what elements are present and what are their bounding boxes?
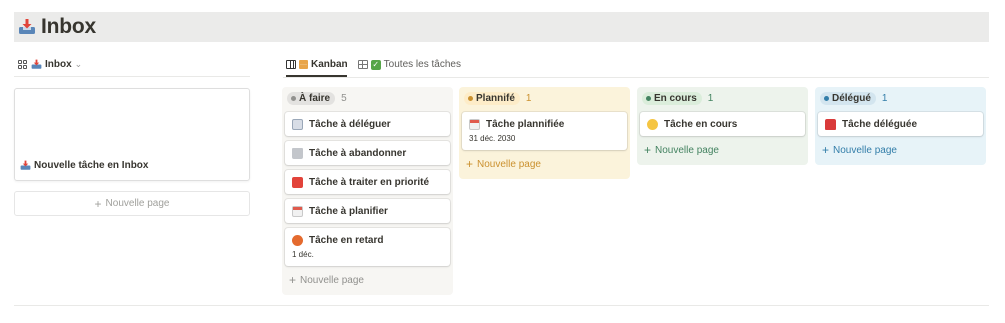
kanban-column: Délégué 1 Tâche déléguée + Nouvelle page <box>815 87 986 165</box>
tab-kanban[interactable]: Kanban <box>286 59 348 70</box>
tab-all-tasks[interactable]: ✓ Toutes les tâches <box>357 59 461 70</box>
column-count: 1 <box>525 93 532 104</box>
calendar-icon <box>292 205 303 217</box>
kanban-column: À faire 5 Tâche à déléguer Tâche à abandonn… <box>282 87 453 295</box>
divider <box>14 305 989 306</box>
new-page-button[interactable]: + Nouvelle page <box>462 152 627 176</box>
thinking-face-icon <box>647 118 658 130</box>
gallery-card-title: Nouvelle tâche en Inbox <box>20 160 148 171</box>
kanban-card[interactable]: Tâche en cours <box>640 112 805 136</box>
inbox-tray-icon <box>31 59 42 70</box>
board-icon <box>286 60 296 69</box>
plus-icon: + <box>289 273 297 287</box>
status-label: À faire <box>299 93 331 104</box>
status-dot-icon <box>468 96 473 101</box>
kanban-card[interactable]: Tâche à traiter en priorité <box>285 170 450 194</box>
new-page-button[interactable]: + Nouvelle page <box>285 268 450 292</box>
column-header[interactable]: Délégué 1 <box>818 90 983 107</box>
plus-icon: + <box>94 196 102 211</box>
card-date: 1 déc. <box>292 250 314 259</box>
column-count: 5 <box>341 93 347 104</box>
gallery-grid-icon <box>18 60 27 69</box>
column-header[interactable]: À faire 5 <box>285 90 450 107</box>
status-dot-icon <box>646 96 651 101</box>
kanban-card[interactable]: Tâche déléguée <box>818 112 983 136</box>
kanban-card[interactable]: Tâche plannifiée 31 déc. 2030 <box>462 112 627 150</box>
status-label: Plannifé <box>476 93 515 104</box>
kanban-card[interactable]: Tâche à déléguer <box>285 112 450 136</box>
status-badge: Plannifé <box>464 92 520 105</box>
gallery-card-label: Nouvelle tâche en Inbox <box>34 160 149 171</box>
inbox-tray-icon <box>18 18 36 36</box>
kanban-card[interactable]: Tâche à planifier <box>285 199 450 223</box>
angry-face-icon <box>292 234 303 246</box>
status-dot-icon <box>291 96 296 101</box>
status-label: Délégué <box>832 93 871 104</box>
card-title: Tâche à planifier <box>309 205 388 217</box>
plus-icon: + <box>644 143 652 157</box>
status-label: En cours <box>654 93 697 104</box>
chevron-down-icon[interactable]: ⌄ <box>75 59 83 70</box>
kanban-column: Plannifé 1 Tâche plannifiée 31 déc. 2030 + No… <box>459 87 630 179</box>
plus-icon: + <box>466 157 474 171</box>
status-dot-icon <box>824 96 829 101</box>
card-title: Tâche à abandonner <box>309 147 407 159</box>
gallery-card[interactable]: Nouvelle tâche en Inbox <box>14 88 250 181</box>
check-mark-icon: ✓ <box>370 59 381 70</box>
plus-icon: + <box>822 143 830 157</box>
kanban-card[interactable]: Tâche en retard 1 déc. <box>285 228 450 266</box>
gallery-view-tab[interactable]: Inbox ⌄ <box>18 59 82 70</box>
column-count: 1 <box>707 93 714 104</box>
tab-all-tasks-label: Toutes les tâches <box>383 59 461 70</box>
trash-icon <box>292 147 303 159</box>
column-header[interactable]: Plannifé 1 <box>462 90 627 107</box>
divider <box>14 76 250 77</box>
file-cabinet-icon <box>299 60 308 69</box>
view-tabs: Kanban ✓ Toutes les tâches <box>286 59 471 70</box>
column-count: 1 <box>881 93 888 104</box>
priority-icon <box>292 176 303 188</box>
mailbox-icon <box>825 118 836 130</box>
column-header[interactable]: En cours 1 <box>640 90 805 107</box>
card-title: Tâche en retard <box>309 234 384 246</box>
tab-kanban-label: Kanban <box>311 59 348 70</box>
new-page-label: Nouvelle page <box>477 158 541 170</box>
status-badge: À faire <box>287 92 336 105</box>
inbox-tray-icon <box>20 160 31 171</box>
new-page-button[interactable]: + Nouvelle page <box>818 138 983 162</box>
card-date: 31 déc. 2030 <box>469 134 516 143</box>
card-title: Tâche déléguée <box>842 118 918 130</box>
new-page-label: Nouvelle page <box>655 144 719 156</box>
new-page-label: Nouvelle page <box>300 274 364 286</box>
page-header: Inbox <box>14 12 989 42</box>
table-icon <box>357 60 368 69</box>
calendar-icon <box>469 118 480 130</box>
new-page-label: Nouvelle page <box>833 144 897 156</box>
kanban-card[interactable]: Tâche à abandonner <box>285 141 450 165</box>
envelope-icon <box>292 118 303 130</box>
divider <box>283 77 989 78</box>
new-page-button[interactable]: + Nouvelle page <box>640 138 805 162</box>
card-title: Tâche à déléguer <box>309 118 391 130</box>
status-badge: En cours <box>642 92 702 105</box>
page-title: Inbox <box>41 15 96 38</box>
card-title: Tâche en cours <box>664 118 738 130</box>
card-title: Tâche plannifiée <box>486 118 565 130</box>
new-page-label: Nouvelle page <box>105 198 170 209</box>
gallery-new-page-button[interactable]: + Nouvelle page <box>14 191 250 216</box>
kanban-column: En cours 1 Tâche en cours + Nouvelle page <box>637 87 808 165</box>
gallery-view-label: Inbox <box>45 59 72 70</box>
status-badge: Délégué <box>820 92 876 105</box>
card-title: Tâche à traiter en priorité <box>309 176 430 188</box>
